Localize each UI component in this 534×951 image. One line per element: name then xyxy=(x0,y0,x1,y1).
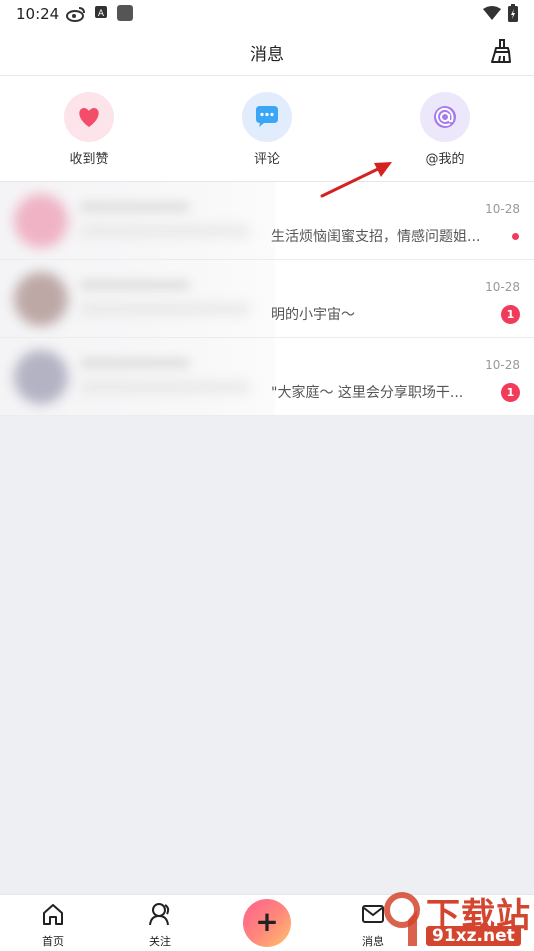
blurred-sender xyxy=(0,182,275,259)
avatar xyxy=(14,194,68,248)
message-preview: "大家庭～ 这里会分享职场干... xyxy=(271,385,464,401)
post-plus-button[interactable]: + xyxy=(243,899,291,947)
follow-icon xyxy=(149,903,170,926)
message-date: 10-28 xyxy=(485,202,520,216)
blurred-sender xyxy=(0,338,275,415)
message-row[interactable]: 明的小宇宙～ 10-28 1 xyxy=(0,260,534,338)
unread-badge: 1 xyxy=(501,305,520,324)
unread-badge: 1 xyxy=(501,383,520,402)
weibo-icon xyxy=(66,7,85,22)
annotation-arrow xyxy=(320,162,392,198)
blurred-sender xyxy=(0,260,275,337)
message-list: 生活烦恼闺蜜支招，情感问题姐... 10-28 明的小宇宙～ 10-28 1 "… xyxy=(0,182,534,416)
category-comments[interactable]: 评论 xyxy=(217,92,317,167)
message-date: 10-28 xyxy=(485,280,520,294)
avatar xyxy=(14,350,68,404)
unread-dot xyxy=(512,233,519,240)
avatar xyxy=(14,272,68,326)
header: 消息 xyxy=(0,28,534,76)
sender-name-blur xyxy=(80,202,190,212)
nav-follow[interactable]: 关注 xyxy=(130,901,190,949)
message-row[interactable]: 生活烦恼闺蜜支招，情感问题姐... 10-28 xyxy=(0,182,534,260)
message-date: 10-28 xyxy=(485,358,520,372)
nav-follow-label: 关注 xyxy=(149,935,171,948)
category-likes[interactable]: 收到赞 xyxy=(39,92,139,167)
battery-icon xyxy=(508,4,518,22)
svg-text:A: A xyxy=(98,9,105,18)
nav-home[interactable]: 首页 xyxy=(23,901,83,949)
app-notification-icon xyxy=(117,5,133,21)
message-blur xyxy=(80,226,250,236)
status-bar: 10:24 A xyxy=(0,0,534,28)
message-categories: 收到赞 评论 @我的 xyxy=(0,76,534,182)
category-mentions-label: @我的 xyxy=(425,152,465,167)
category-mentions[interactable]: @我的 xyxy=(395,92,495,167)
heart-icon xyxy=(64,92,114,142)
watermark-logo-icon xyxy=(384,892,420,946)
category-likes-label: 收到赞 xyxy=(69,152,109,167)
home-icon xyxy=(43,904,63,925)
at-icon xyxy=(420,92,470,142)
page-title: 消息 xyxy=(250,45,284,65)
sender-name-blur xyxy=(80,358,190,368)
comment-icon xyxy=(242,92,292,142)
clear-brush-icon[interactable] xyxy=(486,38,512,64)
watermark-url: 91xz.net xyxy=(426,926,521,946)
wifi-icon xyxy=(483,6,501,20)
nav-home-label: 首页 xyxy=(42,935,64,948)
message-row[interactable]: "大家庭～ 这里会分享职场干... 10-28 1 xyxy=(0,338,534,416)
message-blur xyxy=(80,382,250,392)
message-preview: 明的小宇宙～ xyxy=(271,307,355,323)
category-comments-label: 评论 xyxy=(253,152,280,167)
a-notification-icon: A xyxy=(95,6,107,18)
sender-name-blur xyxy=(80,280,190,290)
status-time: 10:24 xyxy=(16,5,60,23)
message-preview: 生活烦恼闺蜜支招，情感问题姐... xyxy=(271,229,481,245)
message-blur xyxy=(80,304,250,314)
site-watermark: 下载站 91xz.net xyxy=(380,888,534,950)
